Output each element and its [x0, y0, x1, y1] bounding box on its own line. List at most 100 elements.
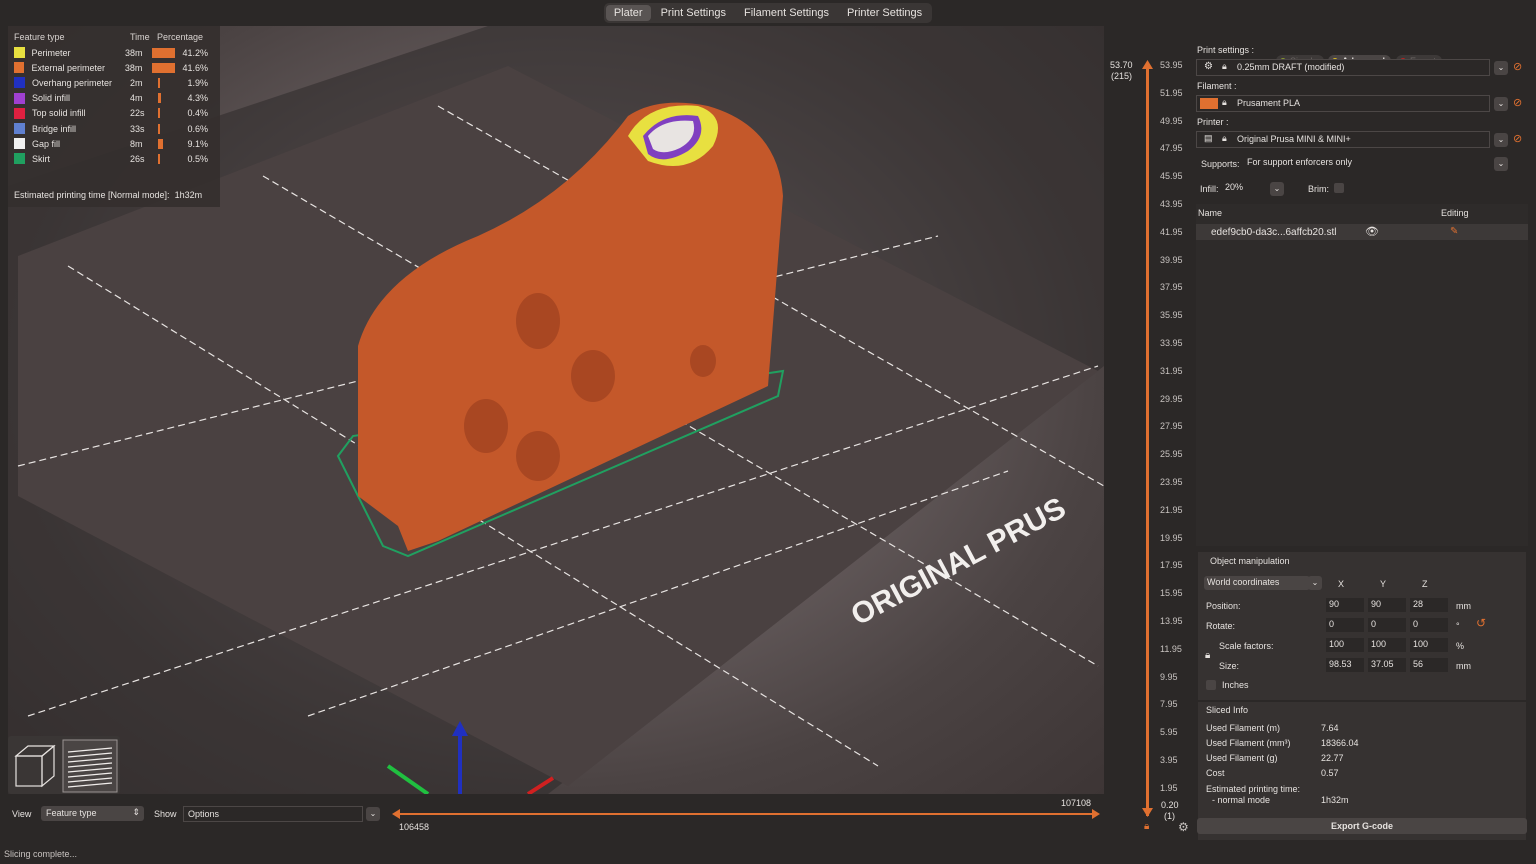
layer-tick-label: 41.95 [1160, 226, 1183, 237]
scale-z-field[interactable]: 100 [1410, 638, 1448, 652]
filament-select[interactable]: Prusament PLA [1196, 95, 1490, 112]
rotate-y-field[interactable]: 0 [1368, 618, 1406, 632]
chevron-down-icon[interactable]: ⌄ [1494, 97, 1508, 111]
legend-feature-time: 26s [130, 153, 145, 164]
legend-feature-time: 8m [130, 138, 143, 149]
legend-percentage-bar [158, 153, 160, 164]
eye-icon[interactable]: 👁︎ [1365, 225, 1379, 238]
scale-x-field[interactable]: 100 [1326, 638, 1364, 652]
legend-percentage-bar [158, 138, 164, 149]
legend-header: Feature type Time Percentage [14, 32, 214, 42]
position-x-field[interactable]: 90 [1326, 598, 1364, 612]
view-type-select[interactable]: Feature type ⇕ [41, 806, 144, 821]
layer-view-icon[interactable] [62, 739, 118, 793]
tab-printer-settings[interactable]: Printer Settings [839, 5, 930, 21]
legend-swatch [14, 138, 25, 150]
compare-icon[interactable]: ⊘ [1513, 132, 1522, 145]
layer-tick-label: 15.95 [1160, 588, 1183, 599]
layer-tick-label: 37.95 [1160, 282, 1183, 293]
layer-tick-label: 45.95 [1160, 171, 1183, 182]
edit-icon[interactable]: ✎ [1450, 226, 1458, 237]
chevron-down-icon[interactable]: ⌄ [1270, 182, 1284, 196]
right-sidebar: Simple Advanced Expert Print settings : … [1196, 26, 1528, 840]
print-settings-label: Print settings : [1197, 45, 1255, 55]
layer-bottom-number: (1) [1164, 811, 1175, 821]
rotate-x-field[interactable]: 0 [1326, 618, 1364, 632]
legend-feature-time: 4m [130, 93, 143, 104]
brim-label: Brim: [1308, 184, 1329, 194]
chevron-down-icon[interactable]: ⌄ [1494, 133, 1508, 147]
sliced-info-value: 18366.04 [1321, 738, 1359, 748]
size-y-field[interactable]: 37.05 [1368, 658, 1406, 672]
layer-tick-label: 43.95 [1160, 199, 1183, 209]
legend-header-time: Time [130, 32, 150, 42]
si-time-value: 1h32m [1321, 795, 1349, 805]
legend-row: Skirt 26s 0.5% [14, 151, 214, 166]
sliced-info-title: Sliced Info [1206, 705, 1249, 715]
chevron-down-icon[interactable]: ⌄ [366, 807, 380, 821]
3d-view-icon[interactable] [14, 744, 56, 788]
export-gcode-button[interactable]: Export G-code [1197, 818, 1527, 834]
legend-feature-percentage: 9.1% [187, 138, 208, 149]
layer-slider-track[interactable] [1146, 64, 1149, 816]
coordinates-select[interactable]: World coordinates [1204, 576, 1310, 590]
size-x-field[interactable]: 98.53 [1326, 658, 1364, 672]
legend-header-type: Feature type [14, 32, 65, 42]
chevron-down-icon[interactable]: ⌄ [1494, 61, 1508, 75]
legend-swatch [14, 92, 25, 104]
print-settings-select[interactable]: 0.25mm DRAFT (modified) [1196, 59, 1490, 76]
chevron-down-icon[interactable]: ⌄ [1308, 576, 1322, 590]
layer-slider-top-handle[interactable] [1142, 60, 1153, 69]
tab-filament-settings[interactable]: Filament Settings [736, 5, 837, 21]
reset-rotation-icon[interactable]: ↺ [1476, 616, 1486, 630]
printer-value: Original Prusa MINI & MINI+ [1237, 134, 1351, 144]
scale-y-field[interactable]: 100 [1368, 638, 1406, 652]
lock-icon[interactable]: 🔒︎ [1144, 821, 1149, 832]
filament-label: Filament : [1197, 81, 1237, 91]
brim-checkbox[interactable] [1334, 183, 1344, 193]
supports-select[interactable]: For support enforcers only [1244, 156, 1490, 170]
size-unit: mm [1456, 661, 1471, 671]
legend-feature-percentage: 0.6% [187, 123, 208, 134]
legend-feature-time: 22s [130, 108, 145, 119]
size-label: Size: [1219, 661, 1240, 671]
chevron-down-icon[interactable]: ⌄ [1494, 157, 1508, 171]
show-options-select[interactable]: Options [183, 806, 363, 822]
legend-feature-percentage: 0.5% [187, 153, 208, 164]
position-unit: mm [1456, 601, 1471, 611]
layer-tick-label: 19.95 [1160, 532, 1183, 543]
compare-icon[interactable]: ⊘ [1513, 96, 1522, 109]
legend-row: Solid infill 4m 4.3% [14, 91, 214, 106]
inches-checkbox[interactable] [1206, 680, 1216, 690]
position-label: Position: [1206, 601, 1241, 611]
move-slider-track[interactable] [396, 813, 1096, 815]
inches-label: Inches [1222, 680, 1249, 690]
object-list-editing-header: Editing [1441, 208, 1469, 218]
layer-tick-label: 23.95 [1160, 477, 1183, 487]
axis-z-label: Z [1422, 579, 1428, 589]
move-slider-right-handle[interactable] [1092, 809, 1100, 819]
legend-feature-name: External perimeter [31, 62, 106, 73]
rotate-z-field[interactable]: 0 [1410, 618, 1448, 632]
compare-icon[interactable]: ⊘ [1513, 60, 1522, 73]
printer-select[interactable]: Original Prusa MINI & MINI+ [1196, 131, 1490, 148]
infill-label: Infill: [1200, 184, 1219, 194]
position-z-field[interactable]: 28 [1410, 598, 1448, 612]
position-y-field[interactable]: 90 [1368, 598, 1406, 612]
scale-label: Scale factors: [1219, 641, 1274, 651]
si-mode-label: - normal mode [1212, 795, 1271, 805]
infill-select[interactable]: 20% [1222, 181, 1266, 195]
move-slider-left-handle[interactable] [392, 809, 400, 819]
legend-feature-percentage: 41.6% [182, 62, 208, 73]
layer-top-number: (215) [1111, 71, 1133, 81]
sliced-info-key: Used Filament (m) [1206, 723, 1281, 733]
layer-slider-bottom-handle[interactable] [1142, 808, 1153, 817]
size-z-field[interactable]: 56 [1410, 658, 1448, 672]
settings-cog-icon[interactable]: ⚙ [1178, 820, 1189, 834]
tab-print-settings[interactable]: Print Settings [653, 5, 734, 21]
layer-tick-label: 29.95 [1160, 393, 1183, 404]
lock-icon[interactable]: 🔒︎ [1205, 650, 1210, 661]
tab-plater[interactable]: Plater [605, 5, 651, 21]
object-list [1196, 204, 1528, 546]
layer-slider[interactable]: 53.70 (215) 0.20 (1) 53.95 51.95 49.95 47.9… [1104, 26, 1196, 836]
